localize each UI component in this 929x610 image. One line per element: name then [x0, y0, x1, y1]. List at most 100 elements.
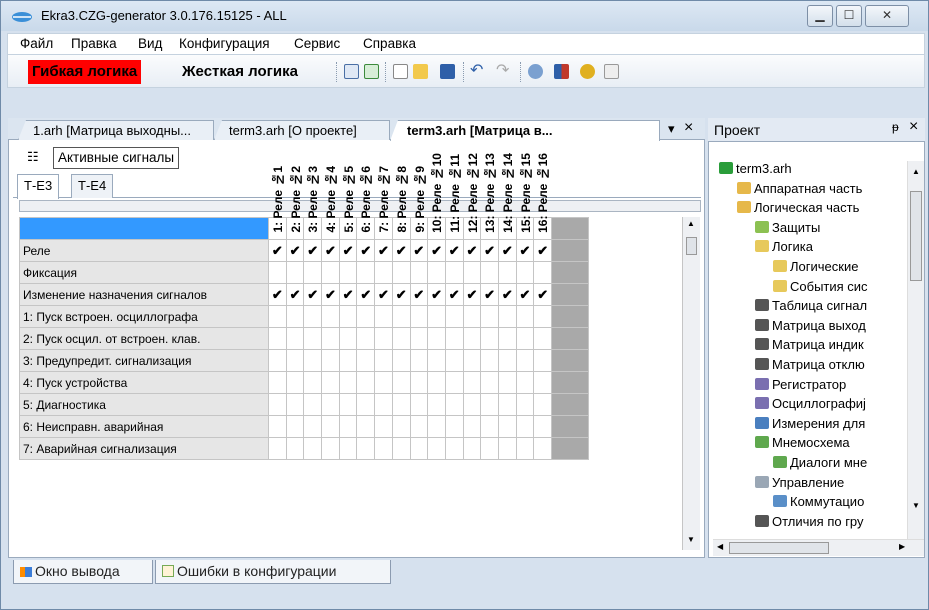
matrix-cell[interactable] — [515, 371, 535, 394]
matrix-cell[interactable] — [356, 437, 376, 460]
matrix-cell[interactable] — [268, 261, 287, 284]
flexible-logic-button[interactable]: Гибкая логика — [28, 60, 142, 84]
matrix-cell[interactable] — [409, 415, 429, 438]
matrix-cell[interactable] — [303, 349, 323, 372]
column-header[interactable]: 3: Реле №3 — [303, 166, 323, 240]
matrix-cell[interactable] — [321, 349, 340, 372]
matrix-cell[interactable] — [497, 393, 517, 416]
matrix-cell[interactable] — [285, 349, 305, 372]
tree-item[interactable]: Матрица выход — [755, 318, 866, 333]
matrix-cell[interactable] — [356, 371, 376, 394]
minimize-button[interactable]: ▁ — [807, 5, 833, 27]
scroll-right-icon[interactable]: ▶ — [899, 542, 905, 551]
matrix-cell[interactable] — [444, 393, 464, 416]
matrix-cell[interactable] — [427, 349, 446, 372]
column-header[interactable]: 1: Реле №1 — [268, 166, 287, 240]
matrix-cell[interactable] — [374, 437, 393, 460]
matrix-cell[interactable]: ✔ — [391, 239, 411, 262]
hard-logic-button[interactable]: Жесткая логика — [178, 60, 302, 84]
scroll-thumb[interactable] — [729, 542, 829, 554]
column-header[interactable]: 2: Реле №2 — [285, 166, 305, 240]
tab-t-e3[interactable]: Т-Е3 — [17, 174, 60, 199]
matrix-cell[interactable] — [321, 393, 340, 416]
matrix-cell[interactable] — [480, 393, 499, 416]
column-header[interactable]: 11: Реле №11 — [444, 154, 464, 240]
matrix-cell[interactable]: ✔ — [427, 283, 446, 306]
matrix-cell[interactable] — [374, 327, 393, 350]
matrix-cell[interactable] — [480, 437, 499, 460]
matrix-cell[interactable] — [462, 371, 482, 394]
close-panel-icon[interactable]: × — [909, 118, 918, 136]
matrix-cell[interactable] — [427, 393, 446, 416]
matrix-cell[interactable] — [462, 437, 482, 460]
matrix-cell[interactable] — [515, 261, 535, 284]
scroll-up-icon[interactable]: ▲ — [687, 219, 695, 228]
matrix-cell[interactable]: ✔ — [268, 283, 287, 306]
matrix-cell[interactable] — [462, 393, 482, 416]
matrix-cell[interactable] — [268, 371, 287, 394]
column-header[interactable]: 12: Реле №12 — [462, 153, 482, 240]
tree-item[interactable]: Измерения для — [755, 416, 865, 431]
matrix-cell[interactable] — [321, 371, 340, 394]
matrix-cell[interactable] — [268, 349, 287, 372]
matrix-cell[interactable] — [409, 327, 429, 350]
matrix-cell[interactable] — [356, 327, 376, 350]
matrix-cell[interactable] — [321, 415, 340, 438]
tree-item[interactable]: Таблица сигнал — [755, 298, 867, 313]
tab-matrix-active[interactable]: term3.arh [Матрица в... — [390, 120, 660, 141]
matrix-cell[interactable]: ✔ — [480, 239, 499, 262]
matrix-cell[interactable] — [285, 437, 305, 460]
export-icon[interactable] — [364, 64, 379, 79]
open-folder-icon[interactable] — [413, 64, 428, 79]
tab-matrix-output[interactable]: 1.arh [Матрица выходны... — [18, 120, 214, 140]
matrix-cell[interactable] — [303, 371, 323, 394]
tree-item[interactable]: Коммутацио — [773, 494, 864, 509]
matrix-cell[interactable]: ✔ — [497, 239, 517, 262]
matrix-cell[interactable]: ✔ — [374, 283, 393, 306]
matrix-cell[interactable]: ✔ — [462, 283, 482, 306]
matrix-cell[interactable] — [391, 327, 411, 350]
matrix-cell[interactable] — [444, 349, 464, 372]
menu-help[interactable]: Справка — [363, 36, 416, 51]
matrix-cell[interactable] — [285, 327, 305, 350]
scroll-up-icon[interactable]: ▲ — [912, 167, 920, 176]
matrix-cell[interactable] — [480, 415, 499, 438]
tree-item[interactable]: term3.arh — [719, 161, 792, 176]
tree-item[interactable]: Управление — [755, 475, 844, 490]
matrix-cell[interactable]: ✔ — [285, 283, 305, 306]
undo-icon[interactable]: ↶ — [470, 63, 485, 79]
matrix-cell[interactable] — [356, 415, 376, 438]
matrix-cell[interactable] — [356, 393, 376, 416]
menu-edit[interactable]: Правка — [71, 36, 117, 51]
matrix-cell[interactable] — [338, 327, 358, 350]
matrix-cell[interactable] — [268, 415, 287, 438]
matrix-cell[interactable] — [444, 327, 464, 350]
matrix-cell[interactable] — [444, 371, 464, 394]
matrix-cell[interactable]: ✔ — [409, 239, 429, 262]
matrix-cell[interactable]: ✔ — [480, 283, 499, 306]
tree-item[interactable]: Диалоги мне — [773, 455, 867, 470]
matrix-cell[interactable] — [285, 393, 305, 416]
tree-item[interactable]: Логика — [755, 239, 813, 254]
matrix-cell[interactable] — [480, 349, 499, 372]
matrix-cell[interactable] — [374, 349, 393, 372]
matrix-cell[interactable] — [338, 371, 358, 394]
matrix-cell[interactable]: ✔ — [374, 239, 393, 262]
script-icon[interactable] — [604, 64, 619, 79]
tree-item[interactable]: Логические — [773, 259, 858, 274]
matrix-cell[interactable] — [480, 327, 499, 350]
matrix-cell[interactable] — [480, 305, 499, 328]
matrix-cell[interactable] — [303, 305, 323, 328]
matrix-cell[interactable] — [533, 437, 552, 460]
matrix-cell[interactable] — [462, 327, 482, 350]
title-bar[interactable]: Ekra3.CZG-generator 3.0.176.15125 - ALL … — [1, 1, 928, 31]
matrix-cell[interactable] — [321, 437, 340, 460]
matrix-cell[interactable] — [374, 393, 393, 416]
matrix-cell[interactable] — [515, 393, 535, 416]
matrix-cell[interactable] — [497, 415, 517, 438]
matrix-cell[interactable] — [374, 371, 393, 394]
matrix-cell[interactable] — [268, 437, 287, 460]
scroll-thumb[interactable] — [686, 237, 697, 255]
tab-t-e4[interactable]: Т-Е4 — [71, 174, 114, 198]
tree-item[interactable]: Защиты — [755, 220, 820, 235]
